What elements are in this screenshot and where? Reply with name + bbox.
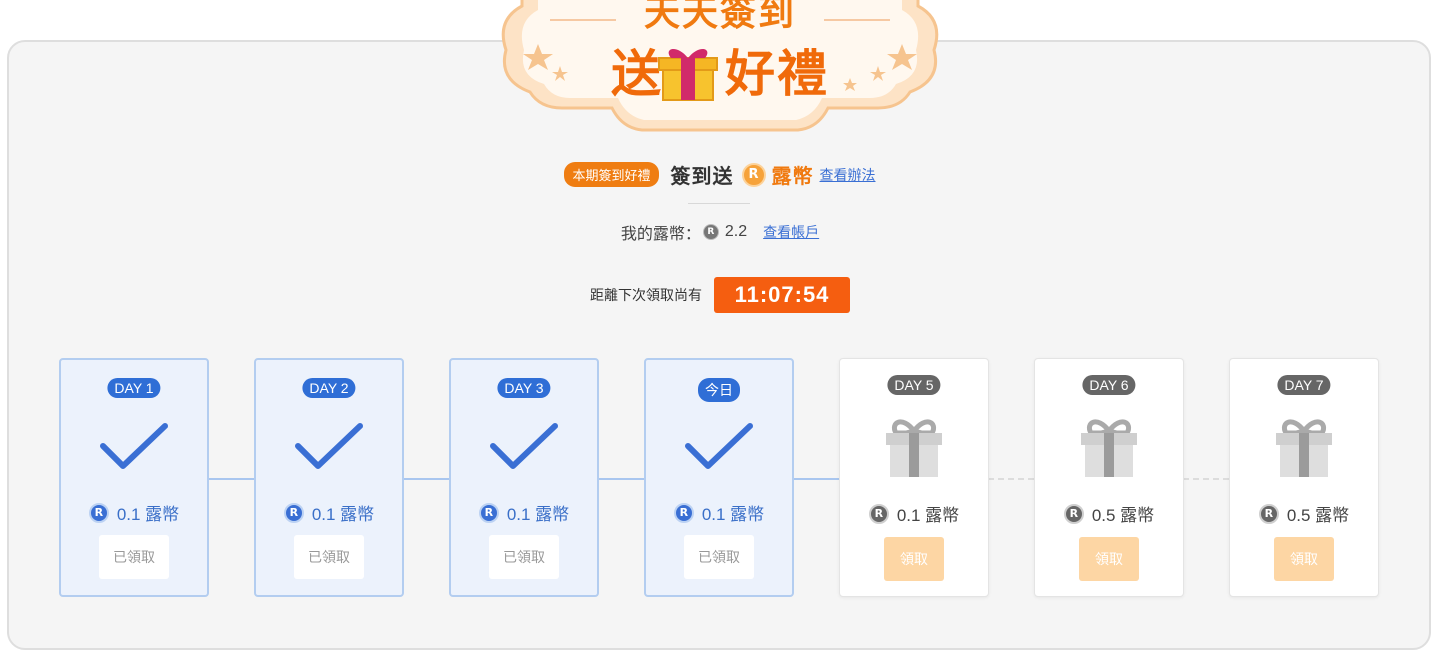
promo-coin-name: 露幣 bbox=[771, 166, 814, 188]
day-tag: DAY 2 bbox=[302, 378, 356, 398]
promo-row: 本期簽到好禮 簽到送 R 露幣 查看辦法 bbox=[0, 160, 1440, 189]
progress-line bbox=[403, 478, 451, 480]
reward-amount: R 0.1 露幣 bbox=[646, 500, 792, 525]
reward-amount-text: 0.5 露幣 bbox=[1091, 506, 1155, 525]
day-tag: 今日 bbox=[698, 378, 740, 402]
gift-icon bbox=[886, 419, 942, 477]
coin-icon: R bbox=[741, 162, 766, 187]
claimed-button: 已領取 bbox=[99, 535, 169, 579]
coin-icon: R bbox=[702, 224, 719, 240]
day-card-5: DAY 5 R 0.1 露幣 領取 bbox=[839, 358, 989, 597]
reward-amount: R 0.5 露幣 bbox=[1230, 501, 1378, 526]
gift-icon bbox=[1276, 419, 1332, 477]
claim-button[interactable]: 領取 bbox=[884, 537, 944, 581]
checkmark-icon bbox=[685, 423, 753, 469]
day-card-6: DAY 6 R 0.5 露幣 領取 bbox=[1034, 358, 1184, 597]
banner-title-right: 好禮 bbox=[725, 44, 829, 103]
day-tag: DAY 6 bbox=[1082, 375, 1136, 395]
gift-box-icon bbox=[658, 48, 718, 101]
view-rules-link[interactable]: 查看辦法 bbox=[820, 165, 876, 185]
progress-line bbox=[988, 478, 1034, 480]
coin-icon: R bbox=[478, 502, 499, 523]
balance-value: 2.2 bbox=[724, 223, 748, 240]
progress-line bbox=[208, 478, 256, 480]
coin-icon: R bbox=[1063, 503, 1084, 524]
day-card-1: DAY 1 R 0.1 露幣 已領取 bbox=[59, 358, 209, 597]
progress-line bbox=[1183, 478, 1229, 480]
coin-icon: R bbox=[283, 502, 304, 523]
coin-icon: R bbox=[1258, 503, 1279, 524]
balance-label: 我的露幣： bbox=[620, 226, 701, 243]
promo-badge: 本期簽到好禮 bbox=[564, 162, 659, 187]
claim-button[interactable]: 領取 bbox=[1274, 537, 1334, 581]
countdown-label: 距離下次領取尚有 bbox=[590, 287, 702, 303]
checkin-banner: 天天簽到 送 好禮 bbox=[498, 0, 942, 132]
day-tag: DAY 5 bbox=[887, 375, 941, 395]
coin-icon: R bbox=[673, 502, 694, 523]
reward-amount: R 0.1 露幣 bbox=[256, 500, 402, 525]
banner-title-left: 送 bbox=[611, 44, 663, 103]
progress-line bbox=[598, 478, 646, 480]
claimed-button: 已領取 bbox=[294, 535, 364, 579]
claimed-button: 已領取 bbox=[684, 535, 754, 579]
coin-icon: R bbox=[868, 503, 889, 524]
banner-title-top: 天天簽到 bbox=[643, 0, 796, 34]
reward-amount-text: 0.1 露幣 bbox=[896, 506, 960, 525]
day-card-3: DAY 3 R 0.1 露幣 已領取 bbox=[449, 358, 599, 597]
coin-icon: R bbox=[88, 502, 109, 523]
gift-icon bbox=[1081, 419, 1137, 477]
day-card-today: 今日 R 0.1 露幣 已領取 bbox=[644, 358, 794, 597]
checkmark-icon bbox=[490, 423, 558, 469]
promo-title: 簽到送 bbox=[670, 166, 734, 188]
reward-amount-text: 0.1 露幣 bbox=[506, 505, 570, 524]
reward-amount-text: 0.5 露幣 bbox=[1286, 506, 1350, 525]
reward-amount-text: 0.1 露幣 bbox=[311, 505, 375, 524]
banner-title-bottom: 送 好禮 bbox=[498, 34, 942, 106]
progress-line bbox=[793, 478, 839, 480]
claimed-button: 已領取 bbox=[489, 535, 559, 579]
divider bbox=[688, 203, 750, 204]
balance-row: 我的露幣： R 2.2 查看帳戶 bbox=[0, 220, 1440, 244]
reward-amount: R 0.1 露幣 bbox=[451, 500, 597, 525]
day-card-7: DAY 7 R 0.5 露幣 領取 bbox=[1229, 358, 1379, 597]
day-tag: DAY 1 bbox=[107, 378, 161, 398]
reward-amount-text: 0.1 露幣 bbox=[701, 505, 765, 524]
view-account-link[interactable]: 查看帳戶 bbox=[763, 222, 819, 242]
reward-amount: R 0.5 露幣 bbox=[1035, 501, 1183, 526]
countdown-row: 距離下次領取尚有 11:07:54 bbox=[0, 277, 1440, 313]
countdown-timer: 11:07:54 bbox=[714, 277, 850, 313]
reward-amount-text: 0.1 露幣 bbox=[116, 505, 180, 524]
checkmark-icon bbox=[100, 423, 168, 469]
checkmark-icon bbox=[295, 423, 363, 469]
claim-button[interactable]: 領取 bbox=[1079, 537, 1139, 581]
reward-amount: R 0.1 露幣 bbox=[840, 501, 988, 526]
day-card-2: DAY 2 R 0.1 露幣 已領取 bbox=[254, 358, 404, 597]
day-tag: DAY 7 bbox=[1277, 375, 1331, 395]
day-tag: DAY 3 bbox=[497, 378, 551, 398]
reward-amount: R 0.1 露幣 bbox=[61, 500, 207, 525]
